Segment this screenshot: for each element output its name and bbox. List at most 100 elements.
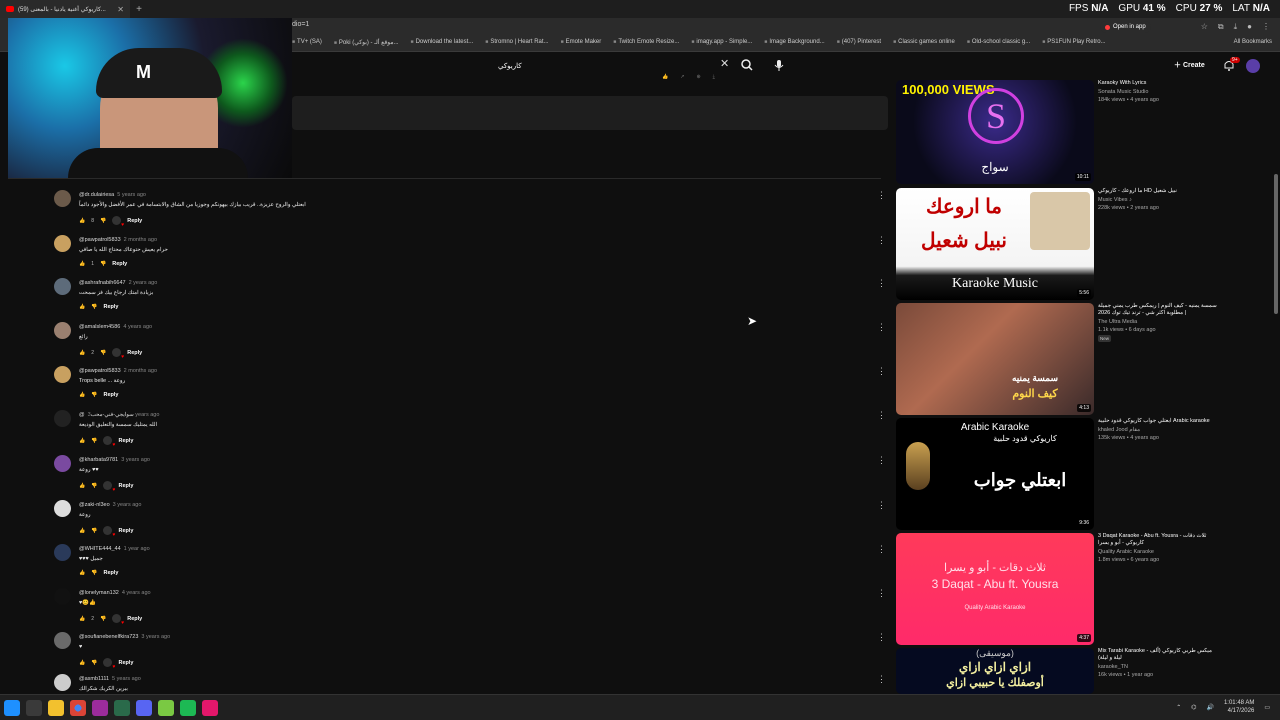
bookmark-item[interactable]: imagy.app - Simple... [691, 39, 752, 46]
bookmark-item[interactable]: Download the latest... [411, 39, 474, 46]
comment-author[interactable]: @dr.dulairiesa [79, 192, 114, 198]
comment-menu-icon[interactable]: ⋮ [877, 322, 886, 333]
bookmark-item[interactable]: Old-school classic g... [967, 39, 1030, 46]
comment-author[interactable]: @WHITE444_44 [79, 546, 121, 552]
comment-author[interactable]: @ashrafnabih6647 [79, 280, 126, 286]
comment-author[interactable]: @lonelyman132 [79, 590, 119, 596]
video-title[interactable]: 3 Daqat Karaoke - Abu ft. Yousra - ثلاث … [1098, 533, 1218, 547]
microphone-icon[interactable] [772, 58, 786, 72]
reply-button[interactable]: Reply [118, 438, 133, 444]
dislike-icon[interactable]: 👎 [91, 304, 97, 310]
bookmark-star-icon[interactable]: ☆ [1201, 22, 1208, 32]
bookmark-item[interactable]: Poki (بوكي) - موقع ألـ... [334, 39, 399, 46]
reply-button[interactable]: Reply [118, 528, 133, 534]
all-bookmarks-button[interactable]: All Bookmarks [1234, 39, 1272, 45]
video-title[interactable]: ما اروعك - كاريوكي HD نبيل شعيل [1098, 188, 1218, 195]
extensions-icon[interactable]: ⧉ [1218, 22, 1224, 32]
like-icon[interactable]: 👍 [79, 350, 85, 356]
like-icon[interactable]: 👍 [79, 616, 85, 622]
dislike-icon[interactable]: 👎 [91, 570, 97, 576]
dislike-icon[interactable]: 👎 [100, 261, 106, 267]
comment-author[interactable]: @amalslem4586 [79, 324, 120, 330]
like-icon[interactable]: 👍 [79, 438, 85, 444]
bookmark-item[interactable]: Image Background... [764, 39, 824, 46]
channel-name[interactable]: Music Vibes ♪ [1098, 197, 1218, 203]
url-field[interactable]: dio=1 [292, 21, 309, 28]
clear-search-icon[interactable]: ✕ [720, 57, 729, 70]
reply-button[interactable]: Reply [127, 218, 142, 224]
like-icon[interactable]: 👍 [79, 304, 85, 310]
like-icon[interactable]: 👍 [79, 392, 85, 398]
comment-author[interactable]: @zaki-nl3eo [79, 502, 110, 508]
chrome-icon[interactable] [70, 700, 86, 716]
reply-button[interactable]: Reply [103, 570, 118, 576]
video-thumbnail[interactable]: سمسة يمنيه كيف النوم 4:13 [896, 303, 1094, 415]
channel-name[interactable]: The Ultra Media [1098, 319, 1218, 325]
discord-icon[interactable] [136, 700, 152, 716]
comment-menu-icon[interactable]: ⋮ [877, 278, 886, 289]
comment-menu-icon[interactable]: ⋮ [877, 674, 886, 685]
dislike-icon[interactable]: 👎 [100, 218, 106, 224]
bookmark-item[interactable]: (407) Pinterest [837, 39, 881, 46]
like-button-partial[interactable]: 👍 [662, 74, 668, 80]
reply-button[interactable]: Reply [118, 660, 133, 666]
comment-avatar[interactable] [54, 235, 71, 252]
like-icon[interactable]: 👍 [79, 261, 85, 267]
comment-avatar[interactable] [54, 410, 71, 427]
dislike-icon[interactable]: 👎 [91, 438, 97, 444]
like-icon[interactable]: 👍 [79, 528, 85, 534]
terminal-icon[interactable] [114, 700, 130, 716]
video-title[interactable]: Mix Tarabi Karaoke - ميكس طربي كاريوكي (… [1098, 648, 1218, 662]
new-tab-button[interactable]: + [130, 4, 148, 15]
open-in-app-button[interactable]: Open in app [1100, 21, 1151, 33]
comment-avatar[interactable] [54, 322, 71, 339]
bookmark-item[interactable]: TV+ (SA) [292, 39, 322, 46]
bookmark-item[interactable]: PS1FUN Play Retro... [1042, 39, 1105, 46]
like-icon[interactable]: 👍 [79, 660, 85, 666]
tray-chevron-icon[interactable]: ⌃ [1176, 704, 1181, 711]
reply-button[interactable]: Reply [127, 616, 142, 622]
video-thumbnail[interactable]: ما اروعك نبيل شعيل Karaoke Music 5:56 [896, 188, 1094, 300]
comment-menu-icon[interactable]: ⋮ [877, 366, 886, 377]
save-button-partial[interactable]: ⊕ [696, 74, 700, 80]
file-explorer-icon[interactable] [48, 700, 64, 716]
comment-avatar[interactable] [54, 455, 71, 472]
comment-menu-icon[interactable]: ⋮ [877, 235, 886, 246]
comment-avatar[interactable] [54, 366, 71, 383]
bookmark-item[interactable]: Twitch Emote Resize... [613, 39, 679, 46]
video-title[interactable]: ابعتلي جواب كاريوكي قدود حلبية Arabic ka… [1098, 418, 1218, 425]
video-description-box[interactable] [292, 96, 888, 130]
page-scrollbar[interactable] [1274, 174, 1278, 314]
dislike-icon[interactable]: 👎 [100, 616, 106, 622]
notification-center-icon[interactable]: ▭ [1264, 704, 1270, 711]
comment-menu-icon[interactable]: ⋮ [877, 410, 886, 421]
create-button[interactable]: ＋ Create [1174, 60, 1205, 70]
dislike-icon[interactable]: 👎 [91, 483, 97, 489]
reply-button[interactable]: Reply [103, 392, 118, 398]
comment-avatar[interactable] [54, 278, 71, 295]
comment-avatar[interactable] [54, 190, 71, 207]
comment-author[interactable]: @pawpatrol5833 [79, 368, 121, 374]
profile-icon[interactable]: ● [1247, 22, 1252, 32]
media-app-icon[interactable] [202, 700, 218, 716]
task-view-icon[interactable] [26, 700, 42, 716]
dislike-icon[interactable]: 👎 [100, 350, 106, 356]
windows-start-icon[interactable] [4, 700, 20, 716]
comment-menu-icon[interactable]: ⋮ [877, 544, 886, 555]
comment-author[interactable]: @asmb1111 [79, 676, 109, 682]
reply-button[interactable]: Reply [127, 350, 142, 356]
video-thumbnail[interactable]: 100,000 VIEWS S سواج 10:11 [896, 80, 1094, 184]
channel-name[interactable]: khaled Jood مقام [1098, 427, 1218, 433]
video-title[interactable]: Karaoky With Lyrics [1098, 80, 1218, 87]
dislike-icon[interactable]: 👎 [91, 392, 97, 398]
download-button-partial[interactable]: ⤓ [713, 74, 715, 80]
system-clock[interactable]: 1:01:48 AM 4/17/2026 [1224, 699, 1254, 715]
comment-author[interactable]: @kharbata9781 [79, 457, 118, 463]
comment-menu-icon[interactable]: ⋮ [877, 500, 886, 511]
search-icon[interactable] [740, 58, 754, 72]
download-icon[interactable]: ⤓ [1234, 22, 1238, 32]
comment-menu-icon[interactable]: ⋮ [877, 588, 886, 599]
comment-avatar[interactable] [54, 544, 71, 561]
reply-button[interactable]: Reply [118, 483, 133, 489]
comment-avatar[interactable] [54, 632, 71, 649]
